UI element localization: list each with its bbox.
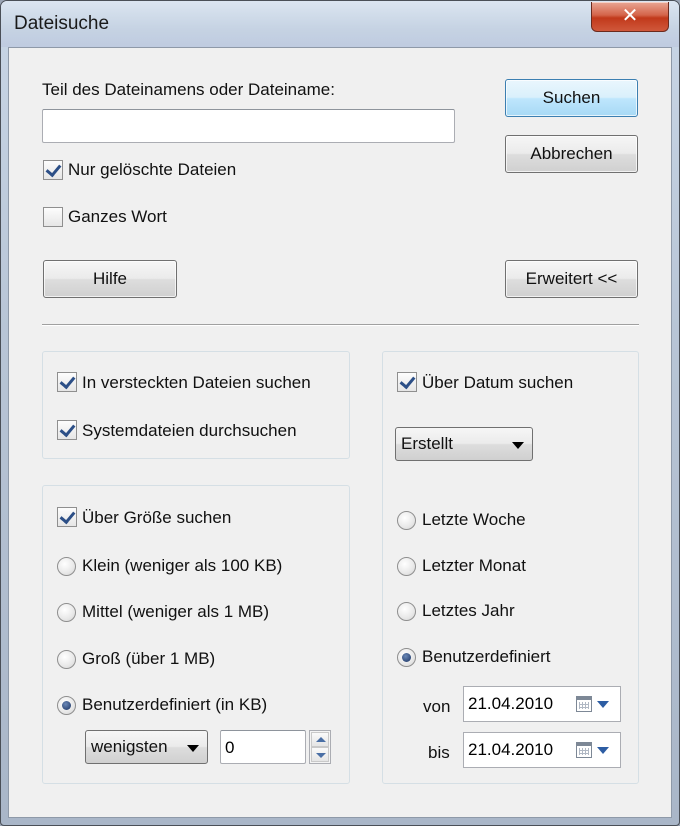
chevron-down-icon[interactable] [597, 701, 609, 708]
date-to-picker[interactable]: 21.04.2010 [463, 732, 621, 768]
size-mode-select[interactable]: wenigsten [85, 730, 208, 764]
date-custom-label: Benutzerdefiniert [422, 647, 551, 666]
date-type-select[interactable]: Erstellt [395, 427, 533, 461]
by-size-label: Über Größe suchen [82, 508, 232, 527]
spin-down-icon[interactable] [311, 747, 329, 762]
size-group: Über Größe suchen Klein (weniger als 100… [42, 485, 350, 784]
title-bar: Dateisuche ✕ [1, 1, 679, 47]
date-last-month-label: Letzter Monat [422, 556, 526, 575]
size-custom-radio[interactable] [57, 696, 76, 715]
whole-word-checkbox[interactable] [43, 207, 63, 227]
system-files-checkbox[interactable] [57, 420, 77, 440]
hidden-files-label: In versteckten Dateien suchen [82, 373, 311, 392]
size-amount-value: 0 [225, 738, 235, 757]
date-last-year-radio[interactable] [397, 602, 416, 621]
size-small-radio[interactable] [57, 557, 76, 576]
date-custom-radio[interactable] [397, 648, 416, 667]
size-medium-label: Mittel (weniger als 1 MB) [82, 602, 270, 621]
date-last-week-label: Letzte Woche [422, 510, 526, 529]
spin-up-icon[interactable] [311, 732, 329, 747]
size-amount-spinner[interactable] [309, 730, 331, 764]
size-large-radio[interactable] [57, 650, 76, 669]
size-amount-input[interactable]: 0 [220, 730, 306, 764]
close-icon: ✕ [621, 5, 639, 27]
date-last-month-radio[interactable] [397, 557, 416, 576]
section-separator [42, 324, 639, 326]
filename-input[interactable] [42, 109, 455, 143]
date-from-label: von [423, 697, 451, 716]
date-last-week-radio[interactable] [397, 511, 416, 530]
calendar-icon[interactable] [576, 696, 592, 712]
chevron-down-icon [187, 745, 199, 752]
help-button[interactable]: Hilfe [43, 260, 177, 298]
date-last-year-label: Letztes Jahr [422, 601, 515, 620]
size-mode-value: wenigsten [91, 737, 168, 756]
whole-word-label: Ganzes Wort [68, 207, 167, 226]
cancel-button[interactable]: Abbrechen [505, 135, 638, 173]
hidden-files-checkbox[interactable] [57, 372, 77, 392]
only-deleted-checkbox[interactable] [43, 160, 63, 180]
hidden-system-group: In versteckten Dateien suchen Systemdate… [42, 351, 350, 459]
by-date-checkbox[interactable] [397, 372, 417, 392]
system-files-label: Systemdateien durchsuchen [82, 421, 297, 440]
calendar-icon[interactable] [576, 742, 592, 758]
size-medium-radio[interactable] [57, 603, 76, 622]
size-small-label: Klein (weniger als 100 KB) [82, 556, 283, 575]
date-type-value: Erstellt [401, 434, 453, 453]
filename-label: Teil des Dateinamens oder Dateiname: [42, 80, 335, 99]
advanced-toggle-button[interactable]: Erweitert << [505, 260, 638, 298]
size-custom-label: Benutzerdefiniert (in KB) [82, 695, 268, 714]
chevron-down-icon[interactable] [597, 747, 609, 754]
dialog-window: Dateisuche ✕ Teil des Dateinamens oder D… [0, 0, 680, 826]
by-date-label: Über Datum suchen [422, 373, 574, 392]
chevron-down-icon [512, 442, 524, 449]
window-title: Dateisuche [14, 13, 110, 34]
only-deleted-label: Nur gelöschte Dateien [68, 160, 237, 179]
size-large-label: Groß (über 1 MB) [82, 649, 216, 668]
close-button[interactable]: ✕ [591, 2, 669, 32]
date-from-value: 21.04.2010 [468, 694, 554, 713]
date-from-picker[interactable]: 21.04.2010 [463, 686, 621, 722]
search-button[interactable]: Suchen [505, 79, 638, 117]
date-group: Über Datum suchen Erstellt Letzte Woche … [382, 351, 639, 784]
by-size-checkbox[interactable] [57, 507, 77, 527]
dialog-client-area: Teil des Dateinamens oder Dateiname: Nur… [8, 47, 672, 818]
date-to-value: 21.04.2010 [468, 740, 554, 759]
date-to-label: bis [428, 743, 450, 762]
